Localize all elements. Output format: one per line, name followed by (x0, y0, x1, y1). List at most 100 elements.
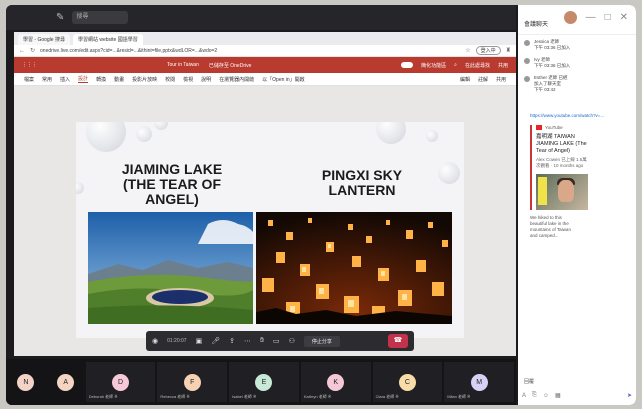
water-drop (86, 122, 126, 152)
ribbon-tab[interactable]: 常用 (42, 76, 52, 83)
participant-tile[interactable]: F Rebecca 老師 ※ (157, 362, 228, 402)
slide[interactable]: JIAMING LAKE (THE TEAR OF ANGEL) PINGXI … (76, 122, 464, 338)
chat-message: Ivy 老師 下午 03:36 已加入 (518, 53, 636, 71)
video-description: We hiked to this beautiful lake in the m… (530, 215, 571, 238)
ribbon-tab[interactable]: 插入 (60, 76, 70, 83)
avatar: K (327, 373, 345, 391)
water-drop (376, 122, 406, 144)
tell-me-input[interactable]: 在此處尋找 (465, 62, 490, 69)
participant-tile[interactable]: N (6, 362, 46, 402)
maximize-button[interactable]: □ (605, 12, 611, 23)
close-button[interactable]: ✕ (620, 12, 628, 23)
avatar: E (255, 373, 273, 391)
participant-tile[interactable]: D Deborah 老師 ※ (85, 362, 156, 402)
participant-tile[interactable]: K Kathryn 老師 ※ (300, 362, 371, 402)
youtube-preview-card[interactable]: YouTube 嘉明湖 TAIWAN JIAMING LAKE (The Tea… (530, 125, 626, 210)
chat-link[interactable]: https://www.youtube.com/watch?v=... (530, 113, 632, 119)
emoji-icon[interactable]: ☺ (543, 393, 549, 399)
participant-name: Milan 老師 ※ (447, 394, 471, 399)
refresh-icon[interactable]: ↻ (30, 47, 35, 54)
edit-mode-button[interactable]: 編輯 (460, 76, 470, 83)
comments-button[interactable]: 註解 (478, 76, 488, 83)
ribbon-tab[interactable]: 校閱 (165, 76, 175, 83)
document-name[interactable]: Tour in Taiwan (167, 62, 199, 68)
format-icon[interactable]: A (522, 393, 526, 399)
jiaming-lake-photo (88, 212, 253, 324)
slide-title-left: JIAMING LAKE (THE TEAR OF ANGEL) (121, 161, 223, 207)
ribbon-tabs: 檔案 常用 插入 設計 轉換 動畫 投影片放映 校閱 檢視 說明 在瀏覽器內開啟… (14, 73, 516, 86)
reply-label[interactable]: 回覆 (524, 378, 534, 385)
signin-button[interactable]: 登入中 (475, 46, 501, 55)
minimize-button[interactable]: — (586, 12, 596, 23)
leave-call-button[interactable]: ☎ (388, 334, 408, 348)
ribbon-tab-active[interactable]: 設計 (78, 75, 89, 83)
app-grid-icon[interactable]: ⋮⋮⋮ (22, 62, 37, 68)
people-icon[interactable]: ⚇ (289, 337, 295, 345)
join-icon (524, 76, 530, 82)
user-avatar[interactable] (563, 11, 577, 24)
attach-icon[interactable]: ⎘ (532, 392, 537, 399)
more-icon[interactable]: ⋯ (244, 337, 251, 345)
browser-tab-active[interactable]: 學習網站 website 國語學習 (72, 34, 143, 45)
simplified-ribbon-toggle[interactable] (401, 62, 414, 68)
video-thumbnail[interactable] (536, 174, 588, 210)
share-link[interactable]: 共用 (498, 62, 508, 69)
mic-icon[interactable]: 🎤︎ (211, 337, 220, 345)
ribbon-tab[interactable]: 投影片放映 (132, 76, 157, 83)
share-button[interactable]: 共用 (496, 76, 506, 83)
compose-toolbar: A ⎘ ☺ ▦ ➤ (522, 391, 632, 400)
toggle-label: 簡化功能區 (421, 62, 447, 69)
chat-message: Esther 老師 已經 加入了聊天室 下午 03:42 (518, 71, 636, 95)
call-timer: 01:20:07 (167, 338, 187, 344)
stop-sharing-button[interactable]: 停止分享 (303, 335, 340, 347)
participant-name: Deborah 老師 ※ (88, 394, 118, 399)
send-icon[interactable]: ➤ (627, 392, 632, 399)
camera-icon[interactable]: ▣ (196, 337, 203, 345)
participant-name: Clara 老師 ※ (375, 394, 399, 399)
star-icon[interactable]: ☆ (465, 47, 470, 54)
chat-icon[interactable]: ▭ (273, 337, 280, 345)
browser-tab-google[interactable]: 學習 - Google 搜尋 (18, 34, 70, 45)
search-input[interactable]: 搜尋 (72, 11, 129, 24)
ribbon-tab[interactable]: 檔案 (24, 76, 34, 83)
address-bar: ← ↻ onedrive.live.com/edit.aspx?cid=...&… (14, 45, 516, 57)
gif-icon[interactable]: ▦ (555, 392, 561, 399)
youtube-icon (536, 125, 542, 130)
edit-icon[interactable]: ✎ (56, 12, 64, 23)
back-icon[interactable]: ← (19, 48, 25, 54)
water-drop (426, 130, 438, 142)
url-field[interactable]: onedrive.live.com/edit.aspx?cid=...&resi… (40, 48, 460, 54)
search-placeholder: 搜尋 (76, 14, 89, 20)
participant-name: Isabel 老師 ※ (232, 394, 257, 399)
ribbon-tab[interactable]: 在瀏覽器內開啟 (219, 76, 254, 83)
join-icon (524, 40, 530, 46)
avatar: A (57, 373, 75, 391)
pingxi-lantern-photo (256, 212, 452, 324)
search-icon[interactable]: ⌕ (454, 62, 457, 68)
participant-tile[interactable]: E Isabel 老師 ※ (229, 362, 299, 402)
meeting-controls: ◉ 01:20:07 ▣ 🎤︎ ⇪ ⋯ ✋︎ ▭ ⚇ 停止分享 ☎ (146, 331, 414, 351)
record-icon: ◉ (152, 338, 159, 345)
extension-icon[interactable]: ♜ (506, 47, 511, 54)
powerpoint-header: ⋮⋮⋮ Tour in Taiwan 已儲存至 OneDrive 簡化功能區 ⌕… (14, 57, 516, 73)
ribbon-tab[interactable]: 動畫 (114, 76, 124, 83)
participant-name: Kathryn 老師 ※ (303, 394, 332, 399)
save-status: 已儲存至 OneDrive (208, 62, 252, 69)
raise-hand-icon[interactable]: ✋︎ (260, 337, 264, 345)
participant-tile[interactable]: C Clara 老師 ※ (372, 362, 443, 402)
video-title[interactable]: 嘉明湖 TAIWAN JIAMING LAKE (The Tear of Ang… (536, 134, 626, 155)
share-tray-icon[interactable]: ⇪ (229, 337, 235, 345)
slide-title-right: PINGXI SKY LANTERN (321, 167, 403, 198)
participant-name: Rebecca 老師 ※ (160, 394, 190, 399)
water-drop (136, 126, 152, 142)
slide-canvas: JIAMING LAKE (THE TEAR OF ANGEL) PINGXI … (14, 86, 516, 356)
ribbon-tab[interactable]: 以「Open in」開啟 (262, 76, 305, 83)
browser-window: 學習 - Google 搜尋 學習網站 website 國語學習 ← ↻ one… (14, 32, 516, 356)
join-icon (524, 58, 530, 64)
ribbon-tab[interactable]: 檢視 (183, 76, 193, 83)
participant-strip: N A D Deborah 老師 ※ F Rebecca 老師 ※ E Isab… (6, 359, 516, 405)
ribbon-tab[interactable]: 說明 (201, 76, 211, 83)
participant-tile[interactable]: M Milan 老師 ※ (444, 362, 514, 402)
ribbon-tab[interactable]: 轉換 (96, 76, 106, 83)
participant-tile[interactable]: A (46, 362, 86, 402)
